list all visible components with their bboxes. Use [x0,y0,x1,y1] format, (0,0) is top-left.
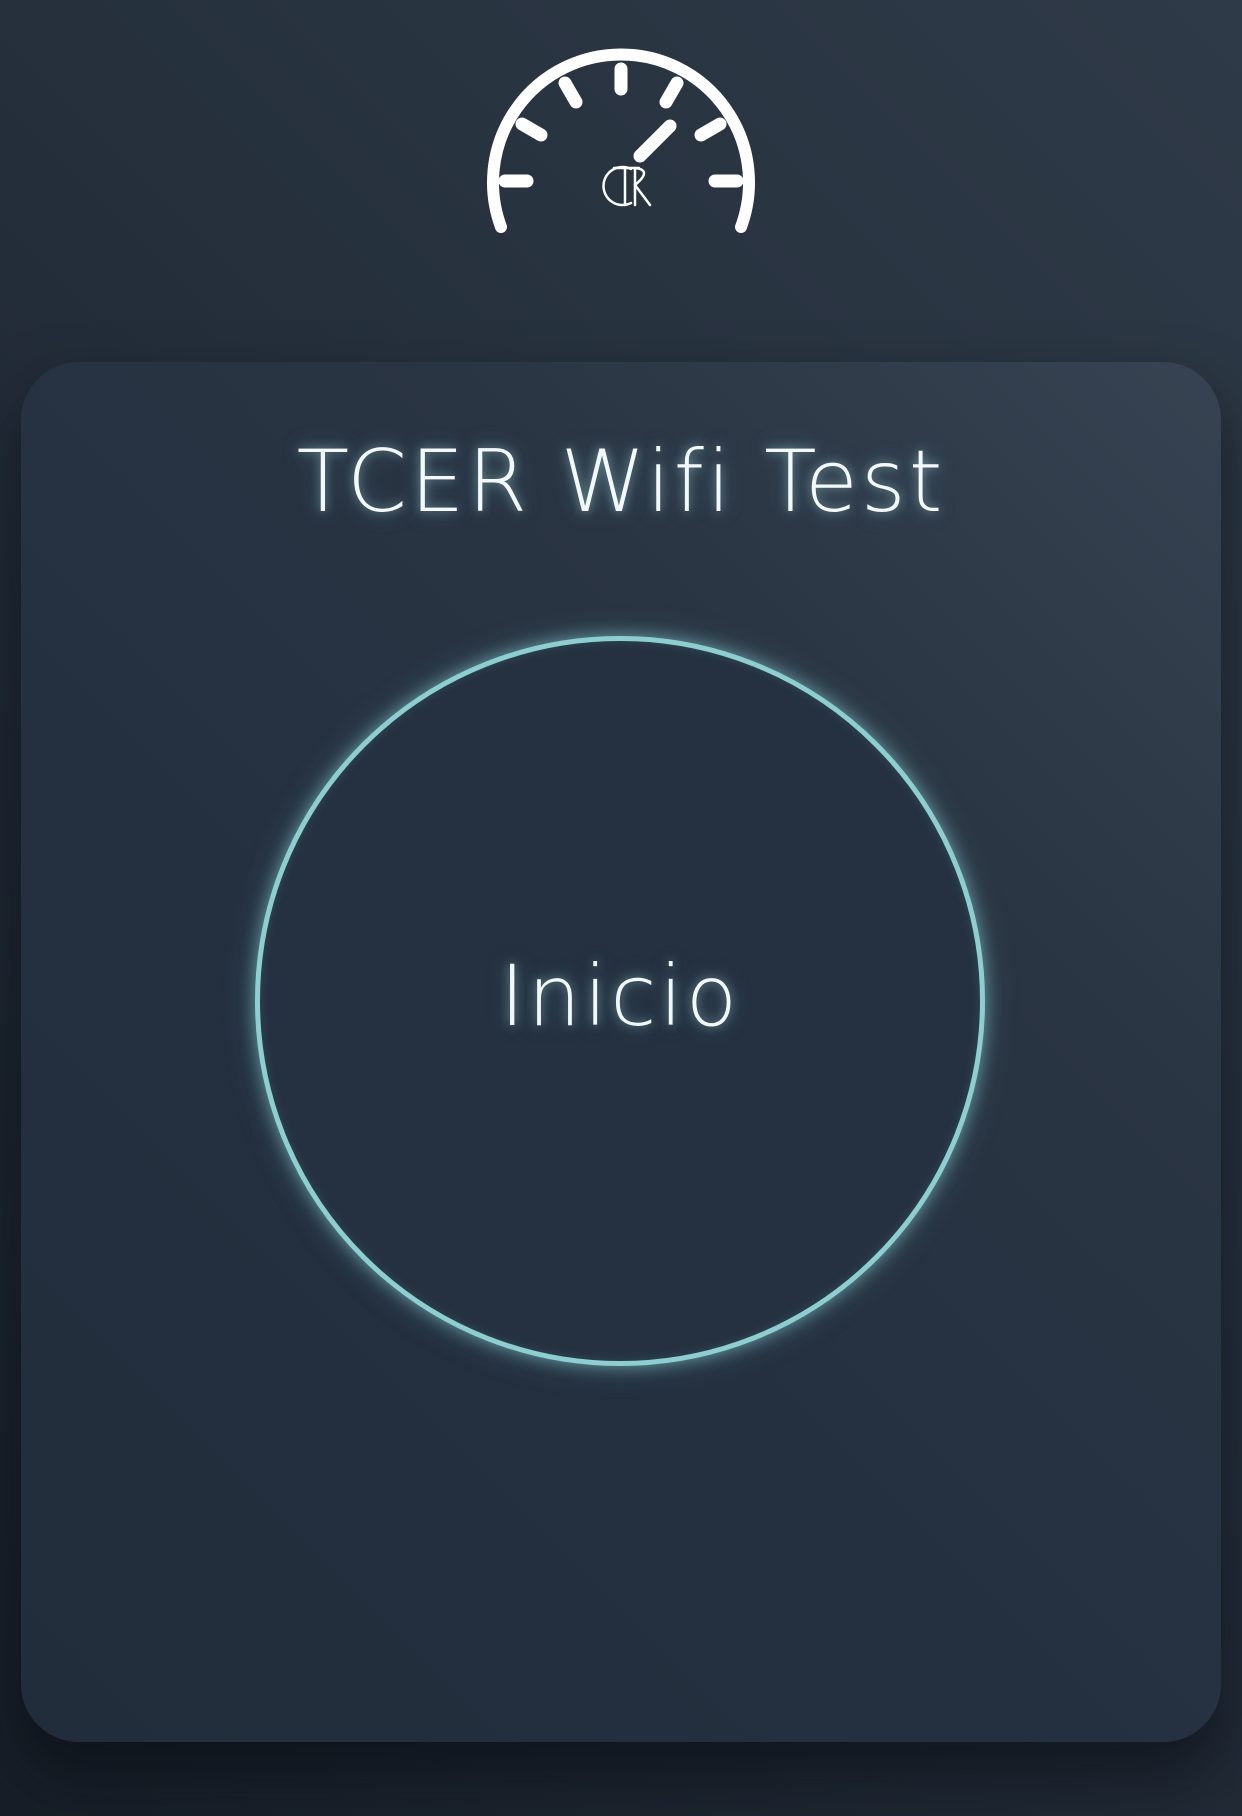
speedometer-logo [485,45,757,235]
logo-monogram [602,165,652,207]
start-button-label: Inicio [499,947,741,1045]
app-screen: { "header": { "logo_icon": "speedometer-… [0,0,1242,1816]
speedometer-icon [487,48,755,233]
app-title: TCER Wifi Test [296,432,946,532]
start-test-button[interactable]: Inicio [255,636,985,1366]
